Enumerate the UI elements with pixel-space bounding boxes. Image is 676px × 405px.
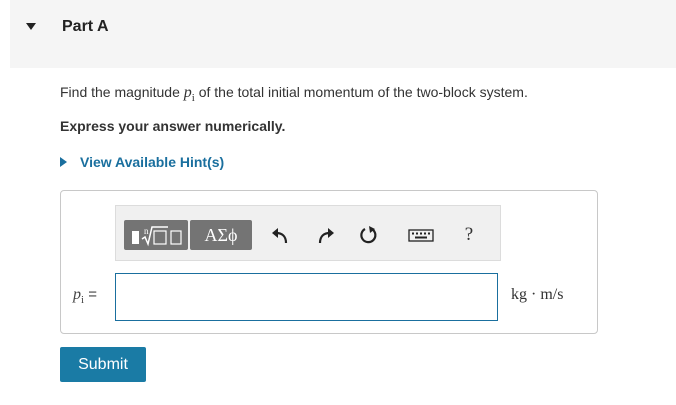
- question-variable-subscript: i: [191, 92, 195, 104]
- reset-button[interactable]: [356, 220, 382, 250]
- expand-triangle-icon: [60, 157, 67, 167]
- undo-icon: [272, 228, 288, 244]
- templates-icon: n: [132, 226, 182, 247]
- part-title: Part A: [62, 18, 109, 35]
- question-text: Find the magnitude pi of the total initi…: [60, 84, 528, 104]
- submit-button[interactable]: Submit: [60, 347, 146, 382]
- answer-variable-label: pi =: [73, 286, 97, 306]
- answer-input[interactable]: [115, 273, 498, 321]
- redo-icon: [318, 228, 334, 244]
- part-header: [10, 0, 676, 68]
- answer-box: n ΑΣϕ ? pi = kg · m/s: [60, 190, 598, 334]
- question-variable: p: [183, 84, 192, 101]
- answer-instruction: Express your answer numerically.: [60, 118, 286, 134]
- answer-variable: p: [73, 286, 81, 303]
- answer-variable-subscript: i: [81, 294, 85, 306]
- keyboard-shortcuts-button[interactable]: [406, 220, 436, 250]
- redo-button[interactable]: [312, 220, 338, 250]
- answer-equals-sign: =: [84, 286, 97, 303]
- undo-button[interactable]: [268, 220, 294, 250]
- question-suffix: of the total initial momentum of the two…: [194, 84, 528, 100]
- math-toolbar: n ΑΣϕ ?: [115, 205, 501, 261]
- question-prefix: Find the magnitude: [60, 84, 184, 100]
- keyboard-icon: [408, 229, 434, 242]
- help-button[interactable]: ?: [456, 220, 482, 250]
- view-hints-label: View Available Hint(s): [80, 154, 225, 170]
- greek-symbols-button[interactable]: ΑΣϕ: [190, 220, 252, 250]
- answer-units: kg · m/s: [511, 286, 564, 303]
- collapse-triangle-icon[interactable]: [26, 23, 36, 30]
- templates-button[interactable]: n: [124, 220, 188, 250]
- svg-text:n: n: [144, 226, 149, 236]
- reset-icon: [360, 226, 377, 244]
